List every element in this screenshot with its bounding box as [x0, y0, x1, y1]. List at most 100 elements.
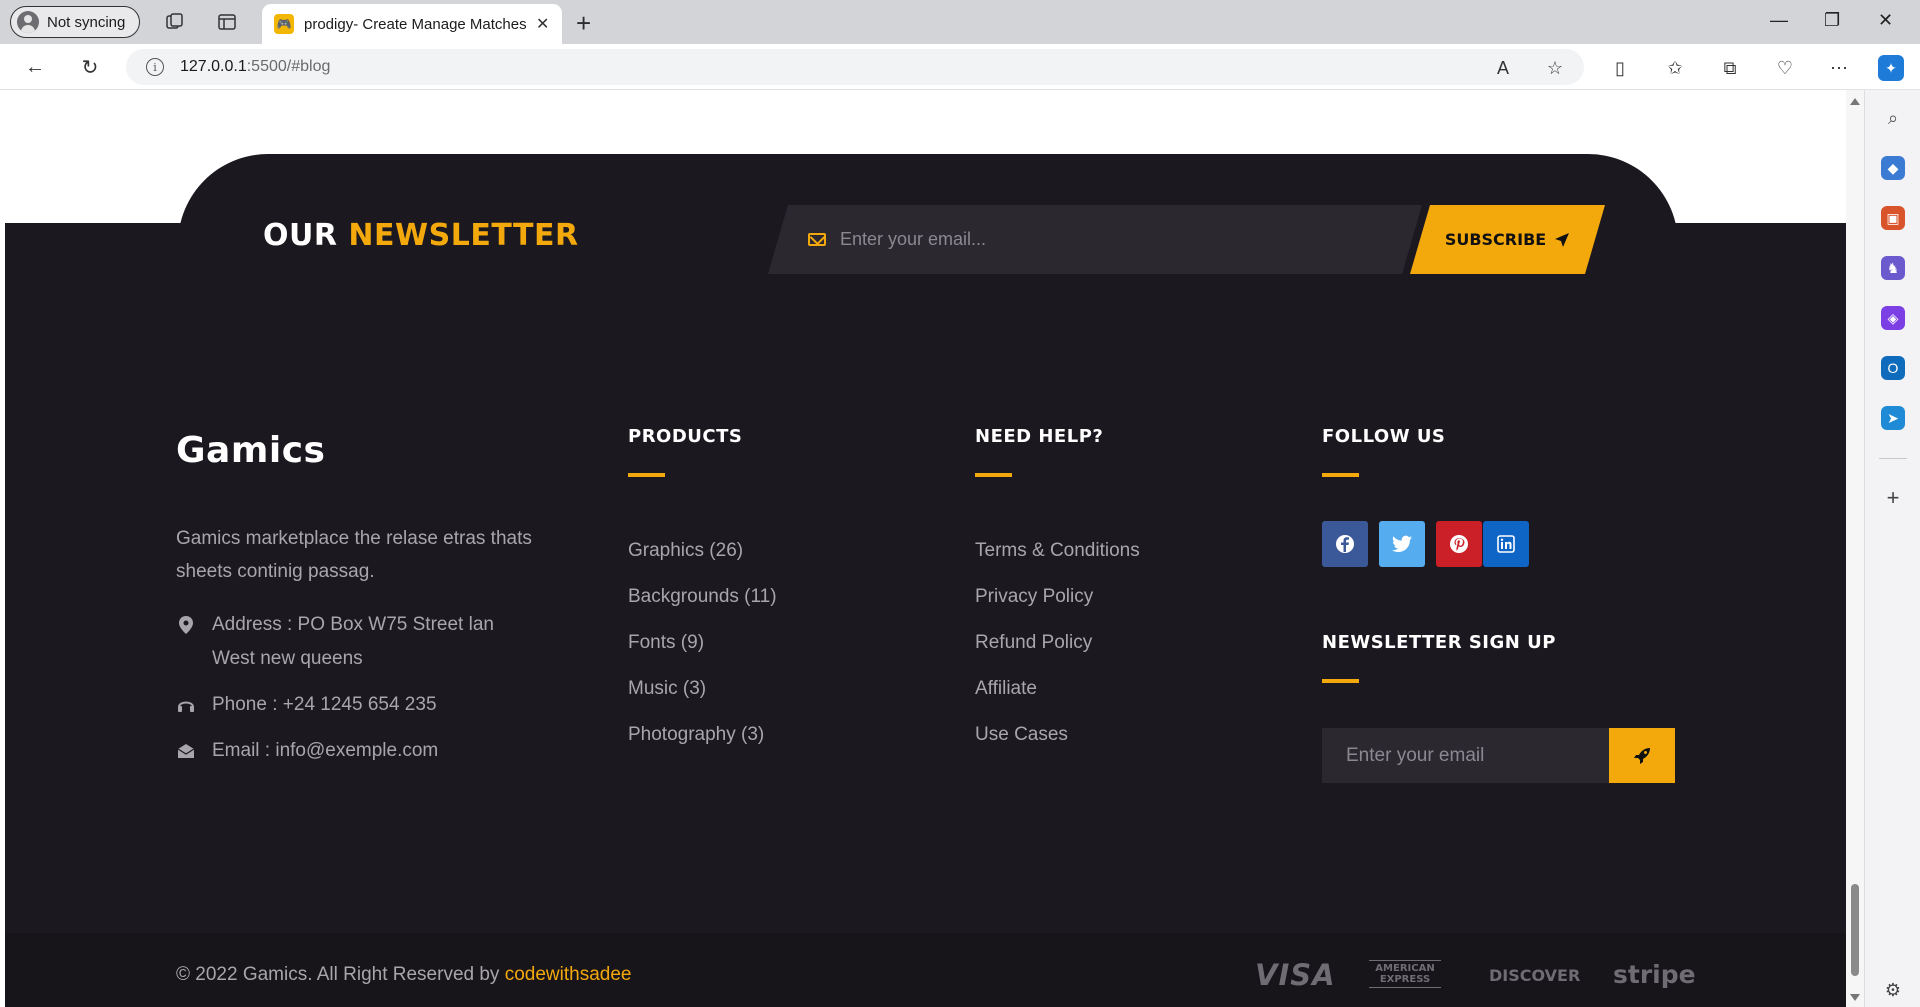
products-link-photography[interactable]: Photography (3) — [628, 712, 777, 758]
products-link-music[interactable]: Music (3) — [628, 666, 777, 712]
mail-icon — [808, 233, 826, 246]
sidebar-divider — [1879, 458, 1907, 459]
follow-us-underline — [1322, 473, 1359, 477]
send-icon[interactable]: ➤ — [1881, 406, 1905, 430]
signup-email-input[interactable]: Enter your email — [1322, 728, 1609, 783]
newsletter-signup-heading: NEWSLETTER SIGN UP — [1322, 632, 1556, 653]
browser-tab-strip: Not syncing 🎮 prodigy- Create Manage Mat… — [0, 0, 1920, 44]
favorite-star-icon[interactable]: ☆ — [1542, 55, 1568, 81]
address-bar[interactable]: i 127.0.0.1:5500/#blog — [126, 49, 1584, 85]
toolbox-icon[interactable]: ▣ — [1881, 206, 1905, 230]
active-tab[interactable]: 🎮 prodigy- Create Manage Matches ✕ — [262, 4, 562, 44]
author-link[interactable]: codewithsadee — [505, 964, 632, 985]
paper-plane-icon — [1554, 232, 1570, 248]
more-options-icon[interactable]: ⋯ — [1826, 55, 1852, 81]
split-screen-icon[interactable]: ▯ — [1607, 55, 1633, 81]
scroll-thumb[interactable] — [1851, 884, 1859, 976]
workspaces-icon[interactable] — [163, 10, 187, 34]
copyright-label: © 2022 Gamics. All Right Reserved by — [176, 964, 500, 985]
close-tab-icon[interactable]: ✕ — [536, 14, 549, 34]
profile-button[interactable]: Not syncing — [10, 6, 141, 38]
profile-label: Not syncing — [47, 13, 126, 31]
collections-icon[interactable]: ⧉ — [1717, 55, 1743, 81]
page-scrollbar[interactable] — [1846, 90, 1864, 1007]
need-help-underline — [975, 473, 1012, 477]
email-row: Email : info@exemple.com — [176, 734, 438, 768]
help-link-refund[interactable]: Refund Policy — [975, 620, 1140, 666]
american-express-logo: AMERICAN EXPRESS — [1369, 960, 1441, 988]
copilot-icon[interactable]: ✦ — [1878, 55, 1904, 81]
newsletter-title-white: OUR — [263, 218, 338, 253]
avatar-icon — [17, 11, 39, 33]
back-arrow-icon[interactable]: ← — [22, 54, 48, 80]
address-row: Address : PO Box W75 Street lan West new… — [176, 608, 494, 676]
help-link-privacy[interactable]: Privacy Policy — [975, 574, 1140, 620]
need-help-heading: NEED HELP? — [975, 426, 1104, 447]
games-icon[interactable]: ♞ — [1881, 256, 1905, 280]
footer-description: Gamics marketplace the relase etras that… — [176, 528, 532, 582]
address-line-2: West new queens — [212, 648, 363, 669]
signup-submit-button[interactable] — [1609, 728, 1675, 783]
search-icon[interactable]: ⌕ — [1881, 106, 1905, 130]
products-link-backgrounds[interactable]: Backgrounds (11) — [628, 574, 777, 620]
facebook-icon[interactable] — [1322, 521, 1368, 567]
help-link-affiliate[interactable]: Affiliate — [975, 666, 1140, 712]
address-line-1: Address : PO Box W75 Street lan — [212, 614, 494, 635]
products-link-fonts[interactable]: Fonts (9) — [628, 620, 777, 666]
products-link-graphics[interactable]: Graphics (26) — [628, 528, 777, 574]
gamepad-icon: 🎮 — [274, 14, 294, 34]
products-list: Graphics (26) Backgrounds (11) Fonts (9)… — [628, 528, 777, 758]
address-toolbar: ← ↻ i 127.0.0.1:5500/#blog A ☆ ▯ ✩ ⧉ ♡ ⋯… — [0, 44, 1920, 90]
twitter-icon[interactable] — [1379, 521, 1425, 567]
need-help-list: Terms & Conditions Privacy Policy Refund… — [975, 528, 1140, 758]
location-pin-icon — [176, 608, 196, 642]
email-text[interactable]: Email : info@exemple.com — [212, 734, 438, 768]
web-page: OUR NEWSLETTER Enter your email... SUBSC… — [5, 90, 1846, 1007]
newsletter-signup-underline — [1322, 679, 1359, 683]
pinterest-icon[interactable] — [1436, 521, 1482, 567]
visa-logo: VISA — [1255, 958, 1336, 992]
headphones-icon — [176, 688, 196, 722]
envelope-open-icon — [176, 734, 196, 768]
shopping-tag-icon[interactable]: ◆ — [1881, 156, 1905, 180]
subscribe-label: SUBSCRIBE — [1444, 230, 1547, 249]
close-window-icon[interactable]: ✕ — [1878, 10, 1893, 31]
tab-actions-icon[interactable] — [215, 10, 239, 34]
products-underline — [628, 473, 665, 477]
newsletter-email-placeholder: Enter your email... — [840, 229, 987, 249]
rocket-icon — [1634, 747, 1650, 764]
subscribe-button[interactable]: SUBSCRIBE — [1410, 205, 1605, 274]
products-heading: PRODUCTS — [628, 426, 743, 447]
stripe-logo: stripe — [1613, 960, 1696, 989]
tab-title: prodigy- Create Manage Matches — [304, 15, 526, 33]
copyright-text: © 2022 Gamics. All Right Reserved by cod… — [176, 964, 631, 986]
phone-text[interactable]: Phone : +24 1245 654 235 — [212, 688, 437, 722]
help-link-use-cases[interactable]: Use Cases — [975, 712, 1140, 758]
favorites-icon[interactable]: ✩ — [1662, 55, 1688, 81]
outlook-icon[interactable]: O — [1881, 356, 1905, 380]
newsletter-title: OUR NEWSLETTER — [263, 218, 579, 253]
refresh-icon[interactable]: ↻ — [77, 54, 103, 80]
scroll-down-arrow-icon[interactable] — [1850, 994, 1860, 1001]
discover-logo: DISCOVER — [1489, 966, 1581, 985]
site-info-icon[interactable]: i — [146, 58, 164, 76]
browser-sidebar: ⌕ ◆ ▣ ♞ ◈ O ➤ + ⚙ — [1864, 90, 1920, 1007]
settings-gear-icon[interactable]: ⚙ — [1881, 978, 1905, 1002]
linkedin-icon[interactable] — [1483, 521, 1529, 567]
newsletter-email-input[interactable]: Enter your email... — [768, 205, 1422, 274]
performance-icon[interactable]: ♡ — [1772, 55, 1798, 81]
url-path: :5500/#blog — [246, 58, 331, 75]
new-tab-button[interactable]: + — [576, 8, 591, 39]
microsoft-365-icon[interactable]: ◈ — [1881, 306, 1905, 330]
newsletter-title-accent: NEWSLETTER — [348, 218, 579, 253]
help-link-terms[interactable]: Terms & Conditions — [975, 528, 1140, 574]
phone-row: Phone : +24 1245 654 235 — [176, 688, 437, 722]
url-host: 127.0.0.1 — [180, 58, 247, 75]
footer-brand-logo[interactable]: Gamics — [176, 430, 325, 471]
read-aloud-icon[interactable]: A — [1490, 55, 1516, 81]
minimize-icon[interactable]: — — [1770, 10, 1788, 31]
restore-icon[interactable]: ❐ — [1824, 10, 1840, 31]
scroll-up-arrow-icon[interactable] — [1850, 98, 1860, 105]
add-icon[interactable]: + — [1881, 485, 1905, 510]
follow-us-heading: FOLLOW US — [1322, 426, 1446, 447]
